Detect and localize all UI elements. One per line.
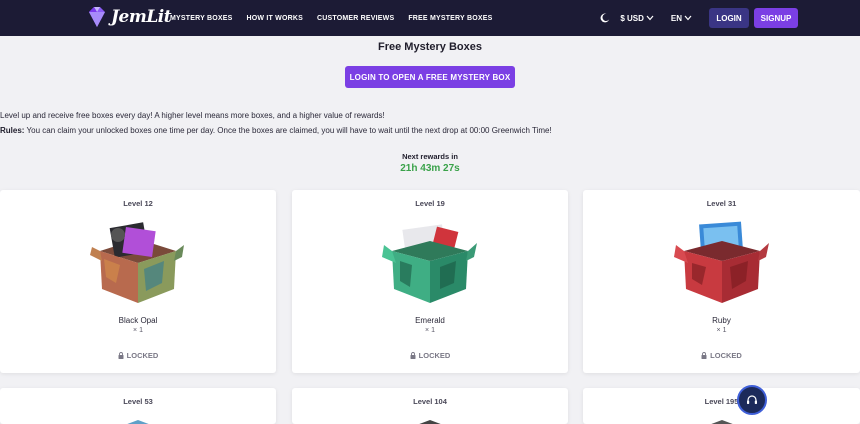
currency-label: $ USD bbox=[620, 13, 644, 23]
nav-links: MYSTERY BOXES HOW IT WORKS CUSTOMER REVI… bbox=[170, 0, 506, 36]
box-image bbox=[127, 420, 149, 424]
card-status-label: LOCKED bbox=[418, 351, 451, 360]
chevron-down-icon bbox=[684, 15, 692, 21]
card-level: Level 31 bbox=[706, 199, 737, 208]
card-box-quantity: × 1 bbox=[133, 327, 143, 334]
box-card-level-195[interactable]: Level 195 bbox=[583, 388, 860, 424]
rules-text: Rules: You can claim your unlocked boxes… bbox=[0, 126, 552, 135]
moon-icon[interactable] bbox=[600, 13, 610, 23]
box-image bbox=[419, 420, 441, 424]
card-level: Level 104 bbox=[413, 397, 447, 406]
nav-right: $ USD EN LOGIN SIGNUP bbox=[600, 0, 798, 36]
box-image bbox=[710, 420, 733, 424]
card-box-name: Ruby bbox=[712, 316, 731, 325]
card-status-label: LOCKED bbox=[126, 351, 159, 360]
page-title: Free Mystery Boxes bbox=[378, 41, 482, 53]
currency-selector[interactable]: $ USD bbox=[620, 14, 654, 23]
emerald-box-image bbox=[382, 224, 477, 303]
card-box-name: Black Opal bbox=[118, 316, 158, 325]
intro-text: Level up and receive free boxes every da… bbox=[0, 111, 385, 120]
lock-icon bbox=[701, 352, 707, 359]
headset-icon bbox=[747, 395, 757, 404]
rules-label: Rules: bbox=[0, 126, 25, 135]
chevron-down-icon bbox=[646, 15, 654, 21]
card-level: Level 195 bbox=[704, 397, 739, 406]
box-card-level-53[interactable]: Level 53 bbox=[0, 388, 276, 424]
next-rewards-label: Next rewards in bbox=[402, 152, 458, 161]
box-card-level-104[interactable]: Level 104 bbox=[292, 388, 568, 424]
lock-icon bbox=[118, 352, 124, 359]
language-selector[interactable]: EN bbox=[671, 14, 692, 23]
nav-link-mystery-boxes[interactable]: MYSTERY BOXES bbox=[170, 15, 233, 22]
card-box-quantity: × 1 bbox=[425, 327, 435, 334]
nav-link-customer-reviews[interactable]: CUSTOMER REVIEWS bbox=[317, 15, 394, 22]
ruby-box-image bbox=[673, 221, 769, 303]
support-chat-button[interactable] bbox=[737, 385, 767, 415]
card-status: LOCKED bbox=[583, 351, 860, 360]
card-box-quantity: × 1 bbox=[716, 327, 727, 334]
logo[interactable]: JemLit bbox=[86, 5, 172, 29]
diamond-icon bbox=[89, 7, 105, 27]
logo-text: JemLit bbox=[111, 7, 172, 27]
language-label: EN bbox=[670, 13, 682, 23]
nav-link-how-it-works[interactable]: HOW IT WORKS bbox=[247, 15, 303, 22]
nav-link-free-mystery-boxes[interactable]: FREE MYSTERY BOXES bbox=[408, 15, 492, 22]
card-status: LOCKED bbox=[0, 351, 276, 360]
countdown-timer: 21h 43m 27s bbox=[400, 163, 460, 174]
black-opal-box-image bbox=[90, 222, 184, 303]
lock-icon bbox=[410, 352, 416, 359]
card-level: Level 53 bbox=[123, 397, 153, 406]
login-to-open-box-button[interactable]: LOGIN TO OPEN A FREE MYSTERY BOX bbox=[345, 66, 515, 88]
card-status-label: LOCKED bbox=[710, 351, 742, 360]
login-button[interactable]: LOGIN bbox=[709, 8, 749, 28]
top-navbar: JemLit MYSTERY BOXES HOW IT WORKS CUSTOM… bbox=[0, 0, 860, 36]
card-status: LOCKED bbox=[292, 351, 568, 360]
box-card-level-19[interactable]: Level 19 Emerald × 1 LOCKED bbox=[292, 190, 568, 373]
box-card-level-12[interactable]: Level 12 Black Opal × 1 LOCKED bbox=[0, 190, 276, 373]
card-level: Level 12 bbox=[123, 199, 153, 208]
rules-body: You can claim your unlocked boxes one ti… bbox=[24, 126, 552, 135]
card-level: Level 19 bbox=[415, 199, 445, 208]
signup-button[interactable]: SIGNUP bbox=[754, 8, 798, 28]
card-box-name: Emerald bbox=[415, 316, 445, 325]
box-card-level-31[interactable]: Level 31 Ruby × 1 LOCKED bbox=[583, 190, 860, 373]
